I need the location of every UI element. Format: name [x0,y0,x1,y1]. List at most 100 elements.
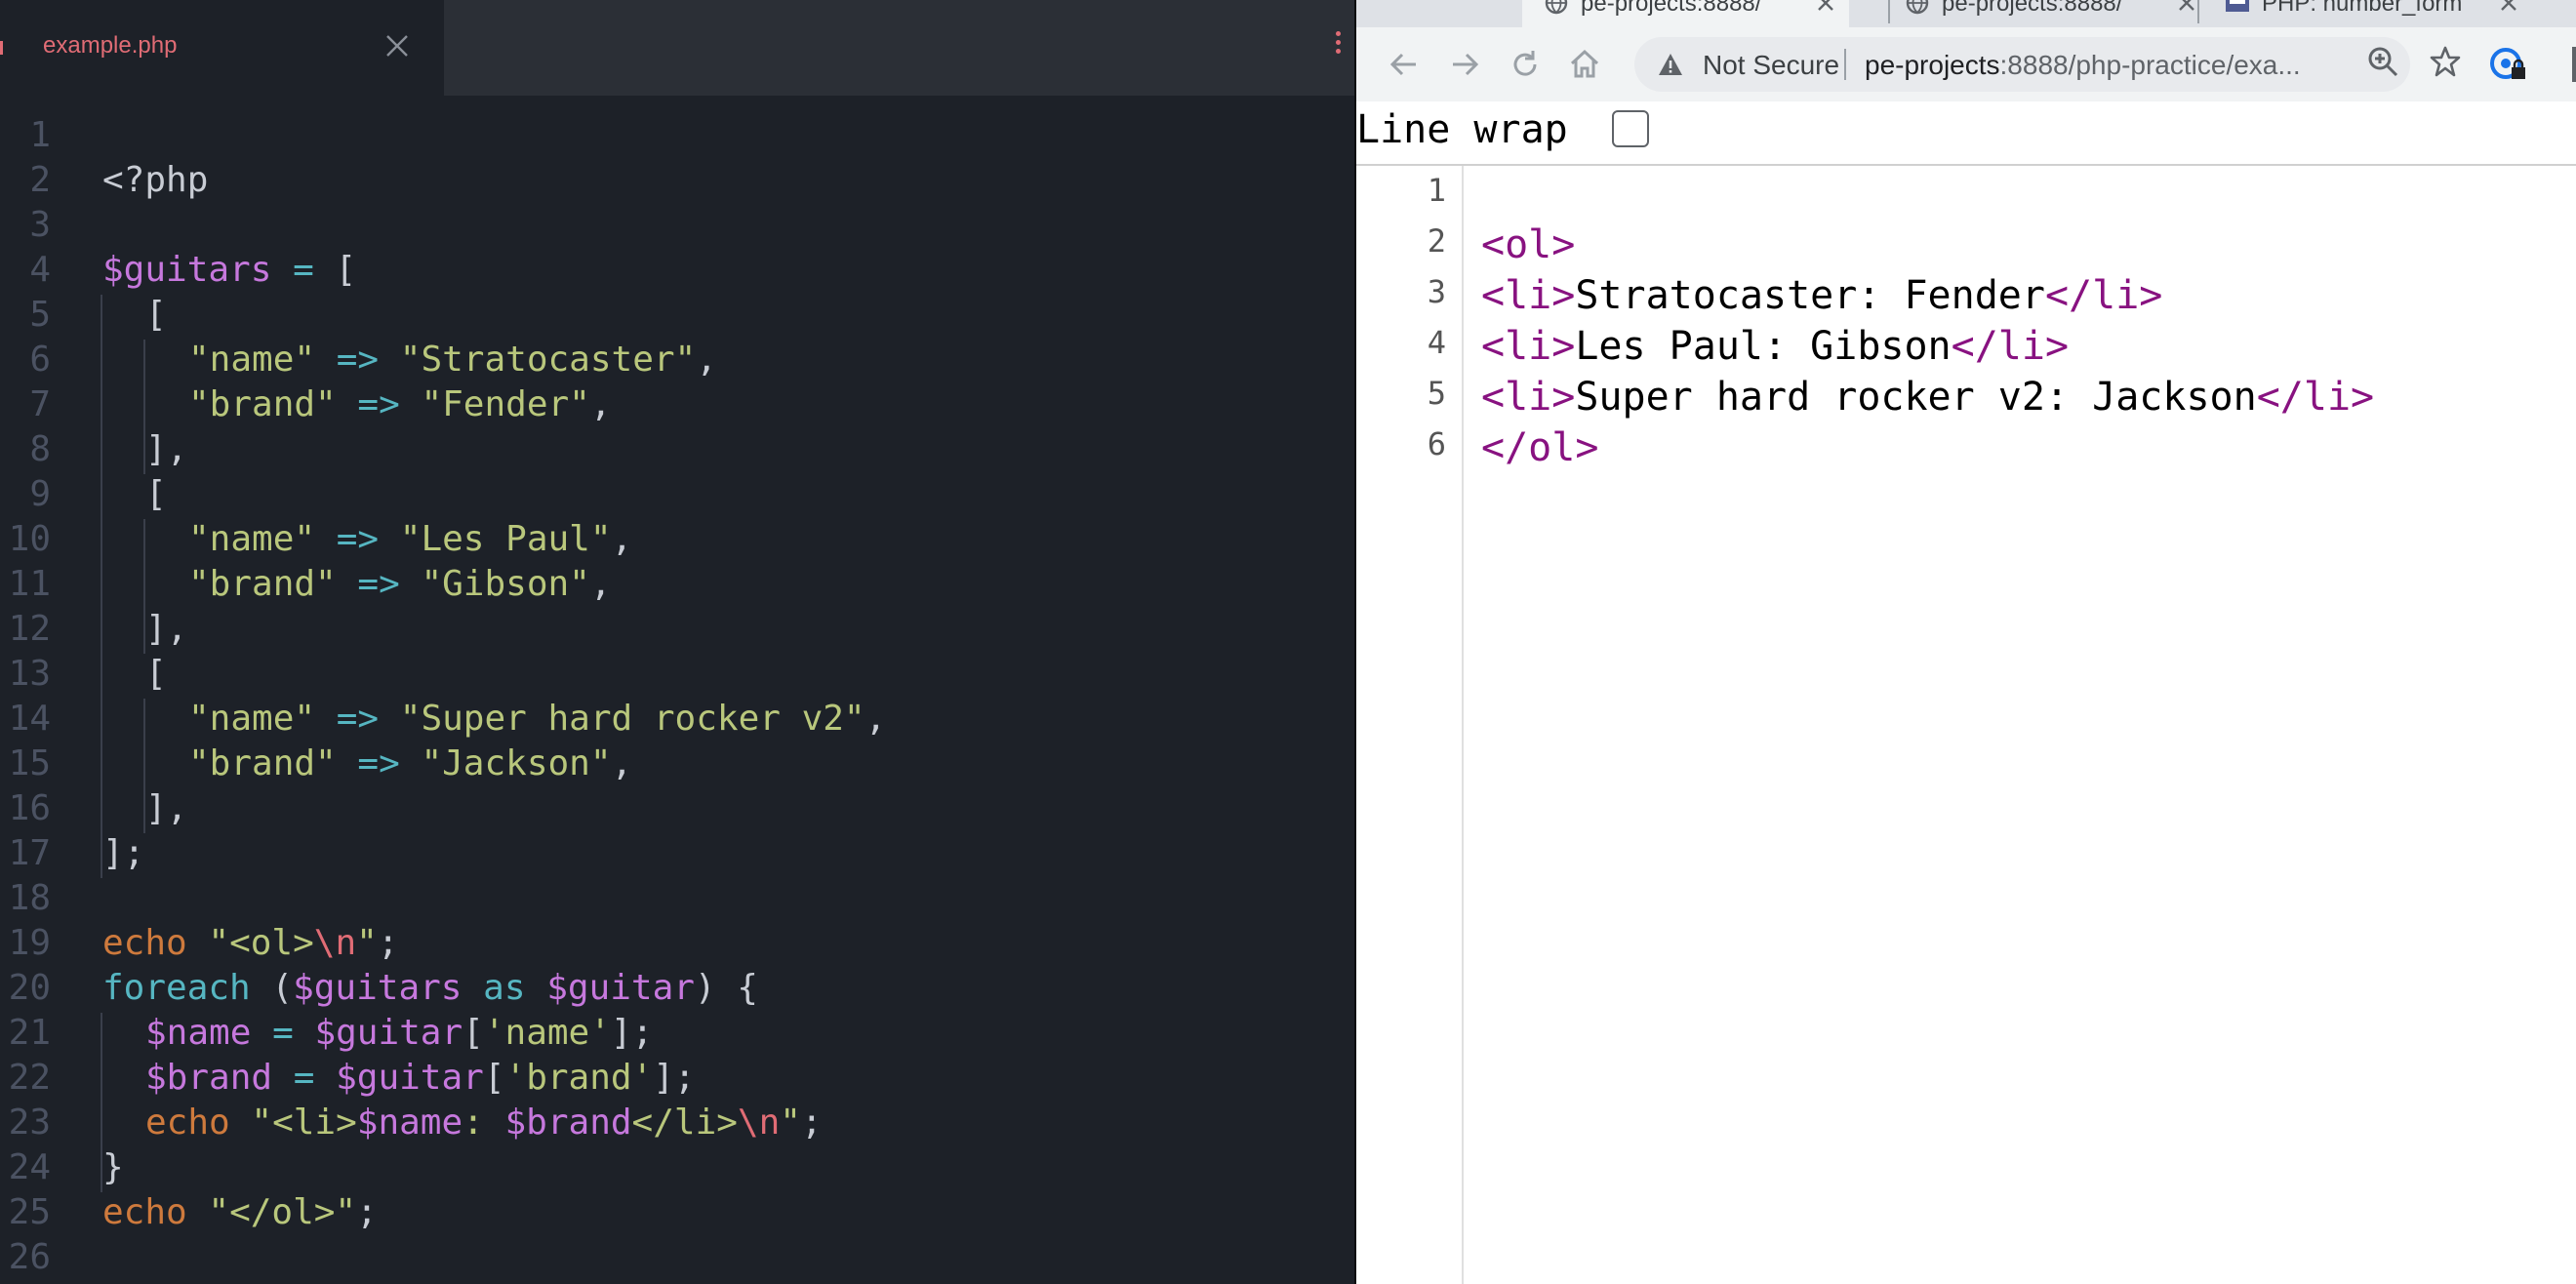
code-text: } [102,1147,124,1187]
line-number: 7 [29,384,51,424]
globe-icon [1906,0,1929,15]
close-icon[interactable] [384,33,410,59]
code-token: $name [145,1013,252,1053]
line-number: 8 [29,429,51,469]
text-content: Les Paul: Gibson [1575,324,1952,369]
code-token: echo [102,923,187,963]
browser-tab-3[interactable]: PHP: number_form [2203,0,2545,27]
indent-guide [101,1013,102,1192]
code-token: "<li> [251,1103,357,1143]
code-text: echo "<ol>\n"; [102,923,399,963]
forward-arrow-icon[interactable] [1446,46,1483,83]
code-token: ]; [653,1058,696,1098]
code-token: ]; [102,833,145,873]
editor-tab-bar: example.php [0,0,1356,96]
line-wrap-label: Line wrap [1356,107,1568,152]
code-token: $guitars [293,968,463,1008]
code-token: $guitars [102,250,272,290]
code-token: as [483,968,526,1008]
editor-tab-example-php[interactable]: example.php [0,0,444,96]
source-line-number: 1 [1427,172,1446,209]
code-editor: example.php 1 2 <?php 3 4 $guitars = [5[6 "nam… [0,0,1356,1284]
code-text: ], [145,609,187,649]
code-token: [ [145,474,167,514]
code-token: <?php [102,160,209,200]
line-number: 9 [29,474,51,514]
code-token: } [102,1147,124,1187]
address-bar[interactable]: Not Secure pe-projects:8888/php-practice… [1634,37,2410,92]
code-token: ( [250,968,294,1008]
code-text: "brand" => "Jackson", [188,743,632,783]
text-content: Stratocaster: Fender [1575,273,2045,318]
browser-tab-3-label: PHP: number_form [2262,0,2463,17]
line-number: 13 [8,654,51,694]
security-status[interactable]: Not Secure [1703,50,1839,81]
code-token: " [780,1103,801,1143]
home-icon[interactable] [1566,46,1603,83]
url-host: pe-projects [1865,50,2000,80]
line-number: 22 [8,1058,51,1098]
code-text: ], [145,788,187,828]
code-token: "name" [188,699,316,739]
html-tag: </ol> [1481,425,1599,470]
code-token: echo [145,1103,230,1143]
code-token: </li> [631,1103,738,1143]
source-text: <li>Super hard rocker v2: Jackson</li> [1481,375,2374,420]
source-text: <li>Les Paul: Gibson</li> [1481,324,2069,369]
zoom-icon[interactable] [2366,45,2399,78]
code-token: = [293,1058,315,1098]
code-token: \n [737,1103,781,1143]
tab-separator [2197,0,2199,23]
code-token: "<ol> [208,923,314,963]
line-number: 26 [8,1237,51,1277]
code-area[interactable]: 1 2 <?php 3 4 $guitars = [5[6 "name" => "Strat… [0,96,1356,1284]
warning-icon[interactable] [1658,53,1683,76]
code-token: "Jackson" [421,743,612,783]
close-icon[interactable] [2498,0,2519,14]
code-text: ], [145,429,187,469]
line-number: 4 [29,250,51,290]
code-text: echo "</ol>"; [102,1192,378,1232]
indent-guide [101,295,102,878]
indent-guide [143,699,145,833]
code-token: "Les Paul" [399,519,612,559]
line-number: 15 [8,743,51,783]
close-icon[interactable] [2176,0,2197,14]
reload-icon[interactable] [1507,46,1544,83]
code-text: [ [145,295,167,335]
bookmark-star-icon[interactable] [2429,45,2462,78]
code-token: => [336,699,380,739]
code-token: "</ol>" [208,1192,357,1232]
extension-lock-icon[interactable] [2488,44,2527,83]
code-text: echo "<li>$name: $brand</li>\n"; [145,1103,823,1143]
code-token: , [611,519,633,559]
code-text: foreach ($guitars as $guitar) { [102,968,758,1008]
source-text: </ol> [1481,425,1598,470]
browser-menu-icon[interactable] [2558,47,2576,82]
close-icon[interactable] [1815,0,1836,14]
code-token: "Stratocaster" [399,340,697,380]
more-options-icon[interactable] [1333,31,1343,64]
html-tag: </li> [2256,375,2375,420]
html-tag: <li> [1481,324,1576,369]
url-text[interactable]: pe-projects:8888/php-practice/exa... [1865,50,2301,81]
line-number: 3 [29,205,51,245]
line-number: 5 [29,295,51,335]
code-token: " [356,923,378,963]
back-arrow-icon[interactable] [1386,46,1423,83]
code-text: $brand = $guitar['brand']; [145,1058,696,1098]
browser-tab-1[interactable]: pe-projects:8888/ [1522,0,1849,27]
code-token: $name [356,1103,463,1143]
line-wrap-checkbox[interactable] [1612,110,1649,147]
address-separator [1844,49,1846,80]
code-token: $guitar [546,968,695,1008]
browser-tab-2[interactable]: pe-projects:8888/ [1883,0,2215,27]
